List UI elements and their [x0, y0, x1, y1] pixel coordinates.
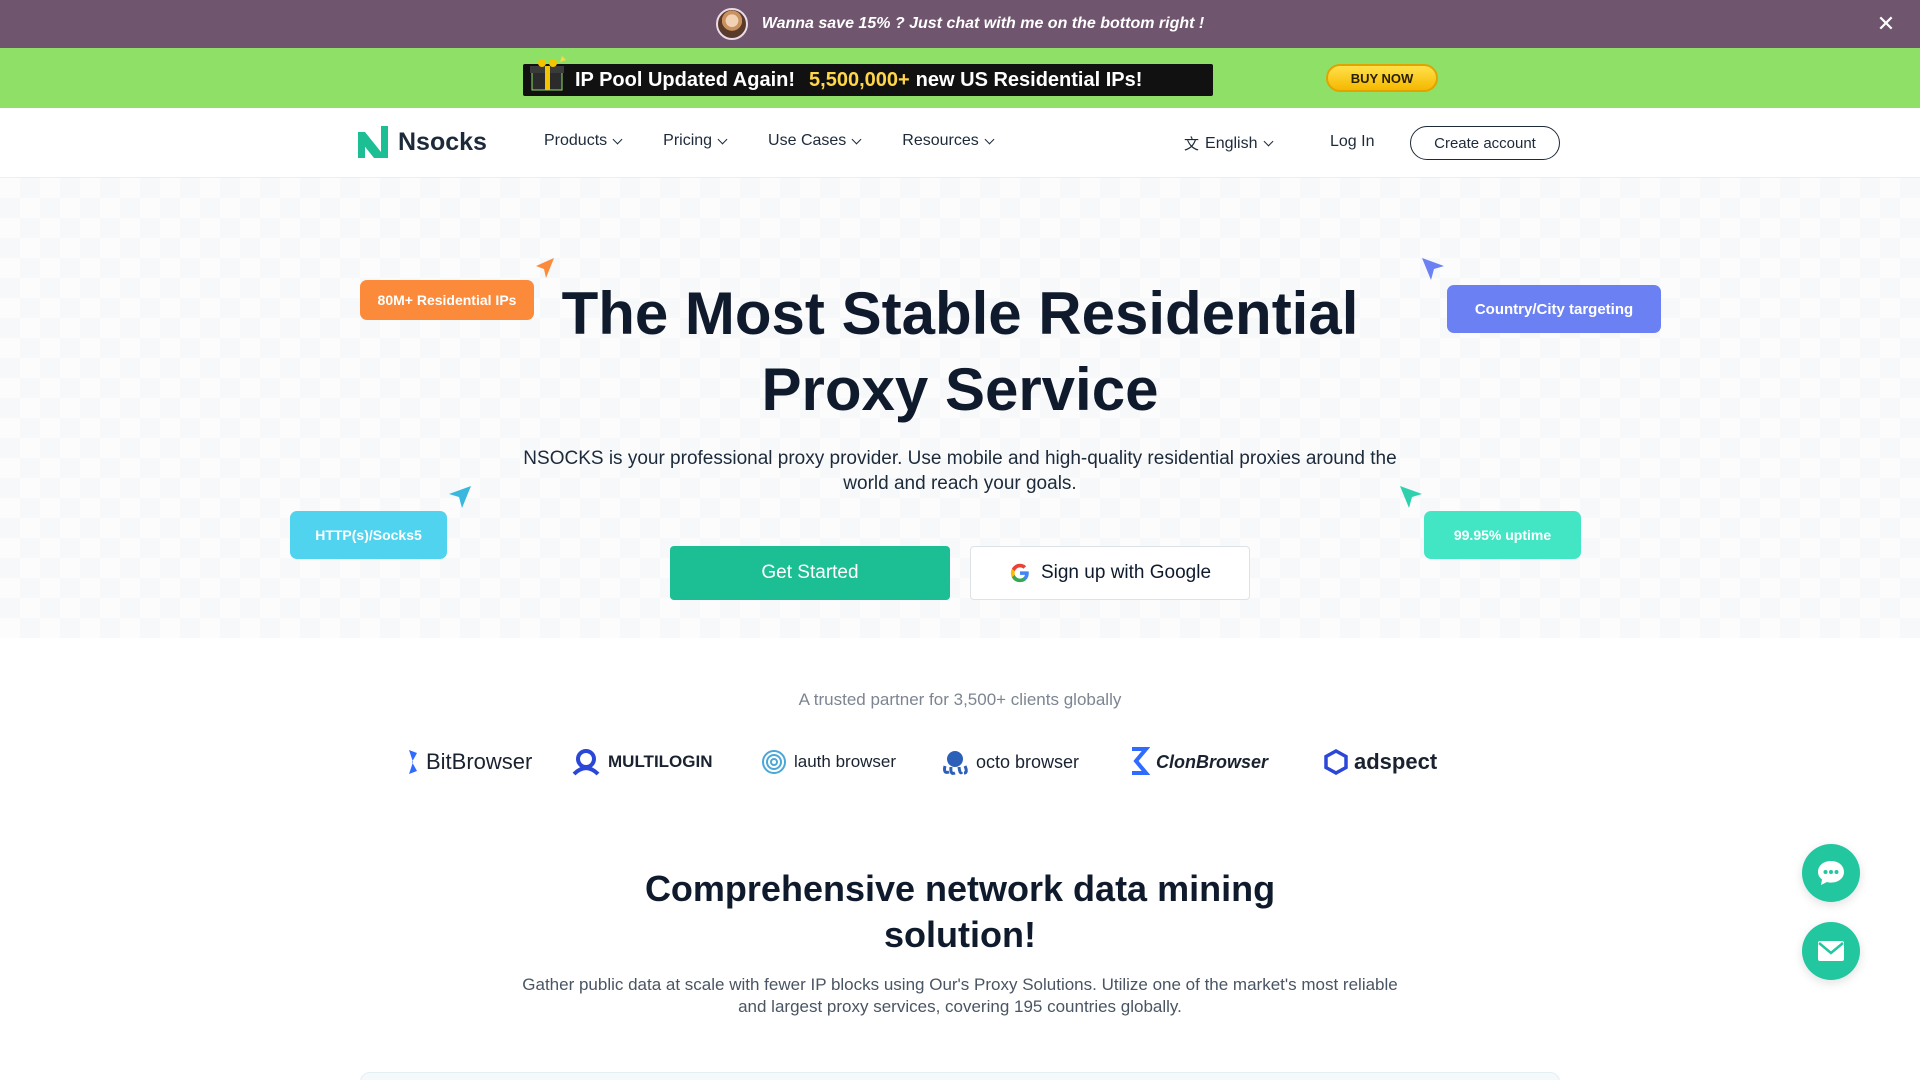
multilogin-logo-icon	[572, 749, 600, 776]
section-card	[360, 1072, 1560, 1080]
ad-highlight: 5,500,000+	[809, 68, 910, 91]
get-started-button[interactable]: Get Started	[670, 546, 950, 600]
ad-strip[interactable]: IP Pool Updated Again! 5,500,000+ new US…	[523, 64, 1213, 96]
logo[interactable]: Nsocks	[358, 126, 487, 158]
create-account-button[interactable]: Create account	[1410, 126, 1560, 160]
hero-title: The Most Stable Residential Proxy Servic…	[460, 276, 1460, 428]
brand-name: MULTILOGIN	[608, 752, 713, 771]
chevron-down-icon	[612, 134, 623, 144]
tag-country-city-targeting: Country/City targeting	[1447, 285, 1661, 333]
ad-suffix: new US Residential IPs!	[915, 68, 1143, 91]
brand-lauth-browser: lauth browser	[760, 742, 896, 782]
tag-uptime: 99.95% uptime	[1424, 511, 1581, 559]
tag-protocols: HTTP(s)/Socks5	[290, 511, 447, 559]
gift-icon	[530, 56, 566, 91]
ad-prefix: IP Pool Updated Again!	[575, 68, 796, 91]
chevron-down-icon	[1263, 136, 1273, 147]
brand-name: adspect	[1354, 749, 1438, 774]
nav-label: Pricing	[663, 132, 713, 149]
nav-label: Products	[544, 132, 608, 149]
section-title-line2: solution!	[884, 914, 1036, 955]
brand-name: BitBrowser	[426, 749, 533, 774]
pointer-arrow-icon	[536, 258, 554, 278]
mail-icon	[1818, 941, 1844, 961]
language-selector[interactable]: 文 English	[1184, 133, 1273, 154]
brand-name: octo browser	[976, 751, 1080, 772]
chevron-down-icon	[717, 134, 728, 144]
clonbrowser-logo-icon	[1132, 747, 1150, 775]
chevron-down-icon	[851, 134, 862, 144]
google-icon	[1010, 563, 1029, 583]
brand-bitbrowser: BitBrowser	[406, 742, 532, 782]
trusted-partners-text: A trusted partner for 3,500+ clients glo…	[798, 690, 1122, 709]
agent-avatar	[715, 8, 748, 40]
nav-item-use-cases[interactable]: Use Cases	[768, 132, 862, 150]
close-icon[interactable]: ✕	[1874, 12, 1898, 36]
hero-subtitle: NSOCKS is your professional proxy provid…	[523, 448, 1397, 494]
pointer-arrow-icon	[1422, 258, 1444, 280]
buy-now-button[interactable]: BUY NOW	[1326, 64, 1438, 92]
brand-multilogin: MULTILOGIN	[570, 742, 713, 782]
hexagon-icon	[1324, 749, 1348, 775]
language-label: English	[1205, 134, 1258, 152]
partner-logos: BitBrowser MULTILOGIN lauth browser octo…	[400, 742, 1460, 782]
main-nav: Products Pricing Use Cases Resources	[544, 132, 1035, 150]
octopus-icon	[943, 751, 968, 775]
promo-bar: Wanna save 15% ? Just chat with me on th…	[0, 0, 1920, 48]
nsocks-logo-icon	[358, 126, 388, 158]
brand-adspect: adspect	[1324, 742, 1437, 782]
section-title: Comprehensive network data mining soluti…	[560, 866, 1360, 958]
hero-title-line2: Proxy Service	[761, 356, 1159, 423]
ad-banner[interactable]: IP Pool Updated Again! 5,500,000+ new US…	[0, 48, 1920, 108]
brand-octo-browser: octo browser	[940, 742, 1079, 782]
nav-item-pricing[interactable]: Pricing	[663, 132, 728, 150]
section-subtitle: Gather public data at scale with fewer I…	[522, 975, 1398, 1016]
brand-clonbrowser: ClonBrowser	[1128, 742, 1268, 782]
nav-item-resources[interactable]: Resources	[902, 132, 995, 150]
chevron-down-icon	[984, 134, 995, 144]
translate-icon: 文	[1184, 136, 1200, 153]
logo-text: Nsocks	[398, 127, 487, 156]
email-button[interactable]	[1802, 922, 1860, 980]
login-link[interactable]: Log In	[1330, 133, 1374, 151]
google-signup-button[interactable]: Sign up with Google	[970, 546, 1250, 600]
nav-item-products[interactable]: Products	[544, 132, 623, 150]
navbar: Nsocks Products Pricing Use Cases Resour…	[0, 108, 1920, 178]
brand-name: lauth browser	[794, 752, 897, 771]
nav-label: Use Cases	[768, 132, 847, 149]
pointer-arrow-icon	[449, 486, 471, 508]
pointer-arrow-icon	[1400, 486, 1422, 508]
tag-residential-ips: 80M+ Residential IPs	[360, 280, 534, 320]
google-signup-label: Sign up with Google	[1040, 562, 1212, 583]
hero-title-line1: The Most Stable Residential	[561, 280, 1359, 347]
fingerprint-icon	[762, 750, 786, 774]
promo-text: Wanna save 15% ? Just chat with me on th…	[761, 15, 1205, 32]
chat-bubble-icon	[1818, 861, 1844, 885]
section-title-line1: Comprehensive network data mining	[644, 868, 1276, 909]
nav-label: Resources	[902, 132, 979, 149]
bitbrowser-logo-icon	[409, 750, 417, 774]
chat-button[interactable]	[1802, 844, 1860, 902]
brand-name: ClonBrowser	[1156, 751, 1269, 772]
